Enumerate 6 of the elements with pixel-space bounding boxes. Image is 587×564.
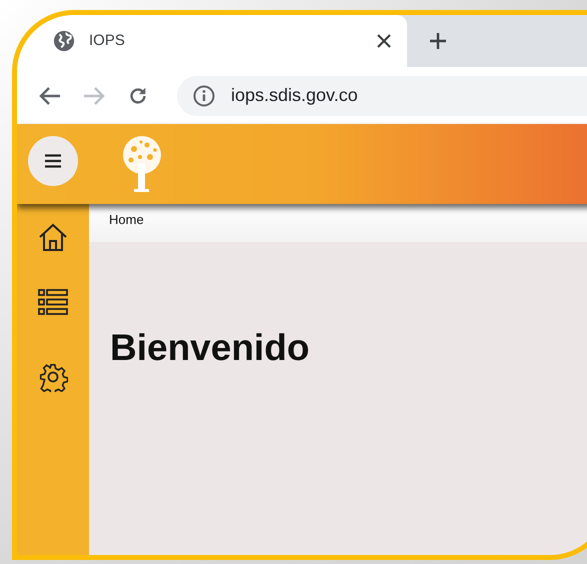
page-heading: Bienvenido [110, 326, 310, 370]
address-bar[interactable]: iops.sdis.gov.co [177, 76, 587, 116]
browser-tab[interactable]: IOPS [17, 15, 407, 67]
tab-title: IOPS [89, 30, 125, 51]
breadcrumb-link[interactable]: Home [109, 210, 144, 230]
url-text: iops.sdis.gov.co [231, 84, 358, 107]
